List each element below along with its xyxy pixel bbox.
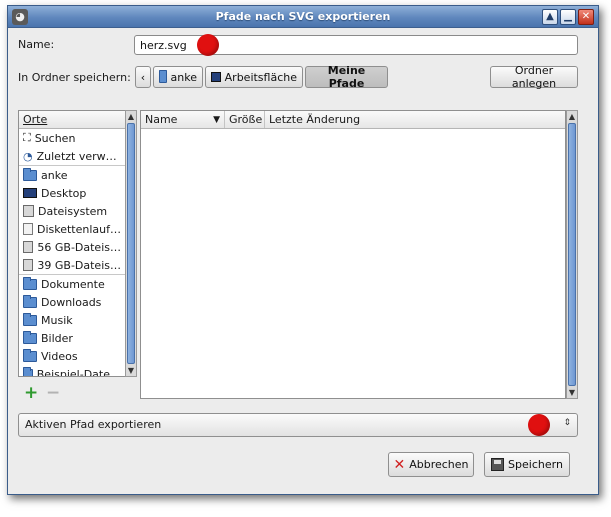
binoculars-icon: ⛶ <box>23 131 31 144</box>
folder-icon <box>23 330 37 344</box>
path-back-button[interactable]: ‹ <box>135 66 151 88</box>
file-list-scroll-thumb[interactable] <box>568 123 576 386</box>
column-header-size[interactable]: Größe <box>225 111 265 128</box>
place-item-desktop[interactable]: Desktop <box>19 184 125 202</box>
place-item-dokumente[interactable]: Dokumente <box>19 275 125 293</box>
desktop-icon <box>23 188 37 198</box>
place-item-videos[interactable]: Videos <box>19 347 125 365</box>
path-button-anke[interactable]: anke <box>153 66 203 88</box>
highlight-marker-name <box>197 34 219 56</box>
harddisk-icon <box>23 241 34 253</box>
cancel-x-icon: ✕ <box>393 456 406 473</box>
place-item-recent[interactable]: ◔ Zuletzt verw… <box>19 147 125 165</box>
path-button-label: Arbeitsfläche <box>224 70 297 84</box>
export-dialog: ◕ Pfade nach SVG exportieren ▲ ▁ ✕ Name:… <box>7 5 599 495</box>
sort-chevron-down-icon: ▼ <box>213 114 220 125</box>
places-header[interactable]: Orte <box>19 111 125 129</box>
floppy-save-icon <box>491 458 505 471</box>
scroll-up-icon[interactable]: ▲ <box>126 111 136 122</box>
folder-icon <box>23 276 37 290</box>
column-header-modified[interactable]: Letzte Änderung <box>265 111 565 128</box>
recent-icon: ◔ <box>23 149 33 163</box>
place-item-anke[interactable]: anke <box>19 166 125 184</box>
scroll-down-icon[interactable]: ▼ <box>126 365 136 376</box>
places-scrollbar[interactable]: ▲ ▼ <box>125 110 137 377</box>
folder-icon <box>23 348 37 362</box>
highlight-marker-export <box>528 414 550 436</box>
export-mode-select[interactable]: Aktiven Pfad exportieren ⇕ <box>18 413 578 437</box>
path-button-meine-pfade[interactable]: Meine Pfade <box>305 64 388 90</box>
export-mode-value: Aktiven Pfad exportieren <box>25 418 162 431</box>
save-in-folder-label: In Ordner speichern: <box>18 71 131 84</box>
create-folder-button[interactable]: Ordner anlegen <box>490 64 578 90</box>
title-bar[interactable]: ◕ Pfade nach SVG exportieren ▲ ▁ ✕ <box>8 6 598 28</box>
close-icon[interactable]: ✕ <box>578 9 594 25</box>
place-item-musik[interactable]: Musik <box>19 311 125 329</box>
folder-icon <box>23 294 37 308</box>
path-button-label: anke <box>170 70 197 84</box>
path-button-label: Meine Pfade <box>327 64 366 90</box>
home-folder-icon <box>23 167 37 181</box>
places-scroll-thumb[interactable] <box>127 123 135 364</box>
maximize-up-icon[interactable]: ▲ <box>542 9 558 25</box>
places-panel: Orte ⛶ Suchen ◔ Zuletzt verw… anke Desktop… <box>18 110 126 377</box>
folder-icon <box>23 312 37 326</box>
cancel-button[interactable]: ✕ Abbrechen <box>388 452 474 477</box>
scroll-up-icon[interactable]: ▲ <box>567 111 577 122</box>
place-item-suchen[interactable]: ⛶ Suchen <box>19 129 125 147</box>
path-button-arbeitsflaeche[interactable]: Arbeitsfläche <box>205 66 303 88</box>
chevron-left-icon: ‹ <box>140 70 146 84</box>
harddisk-icon <box>23 205 34 217</box>
harddisk-icon <box>23 259 34 271</box>
home-folder-icon <box>159 69 167 83</box>
updown-arrows-icon: ⇕ <box>563 418 571 428</box>
place-item-downloads[interactable]: Downloads <box>19 293 125 311</box>
place-item-39gb[interactable]: 39 GB-Dateis… <box>19 256 125 274</box>
minimize-icon[interactable]: ▁ <box>560 9 576 25</box>
plus-icon[interactable]: + <box>24 383 38 403</box>
place-item-56gb[interactable]: 56 GB-Dateis… <box>19 238 125 256</box>
place-item-beispiel[interactable]: Beispiel-Date… <box>19 365 125 376</box>
file-list-header: Name ▼ Größe Letzte Änderung <box>141 111 565 129</box>
floppy-icon <box>23 223 33 235</box>
file-list-scrollbar[interactable]: ▲ ▼ <box>566 110 578 399</box>
scroll-down-icon[interactable]: ▼ <box>567 387 577 398</box>
place-item-floppy[interactable]: Diskettenlauf… <box>19 220 125 238</box>
minus-icon: − <box>46 383 61 403</box>
window-title: Pfade nach SVG exportieren <box>215 10 391 23</box>
save-button[interactable]: Speichern <box>484 452 570 477</box>
column-header-name[interactable]: Name ▼ <box>141 111 225 128</box>
file-list[interactable]: Name ▼ Größe Letzte Änderung <box>140 110 566 399</box>
name-label: Name: <box>18 38 55 51</box>
place-item-bilder[interactable]: Bilder <box>19 329 125 347</box>
folder-icon <box>23 366 33 376</box>
desktop-icon <box>211 72 221 82</box>
place-item-dateisystem[interactable]: Dateisystem <box>19 202 125 220</box>
